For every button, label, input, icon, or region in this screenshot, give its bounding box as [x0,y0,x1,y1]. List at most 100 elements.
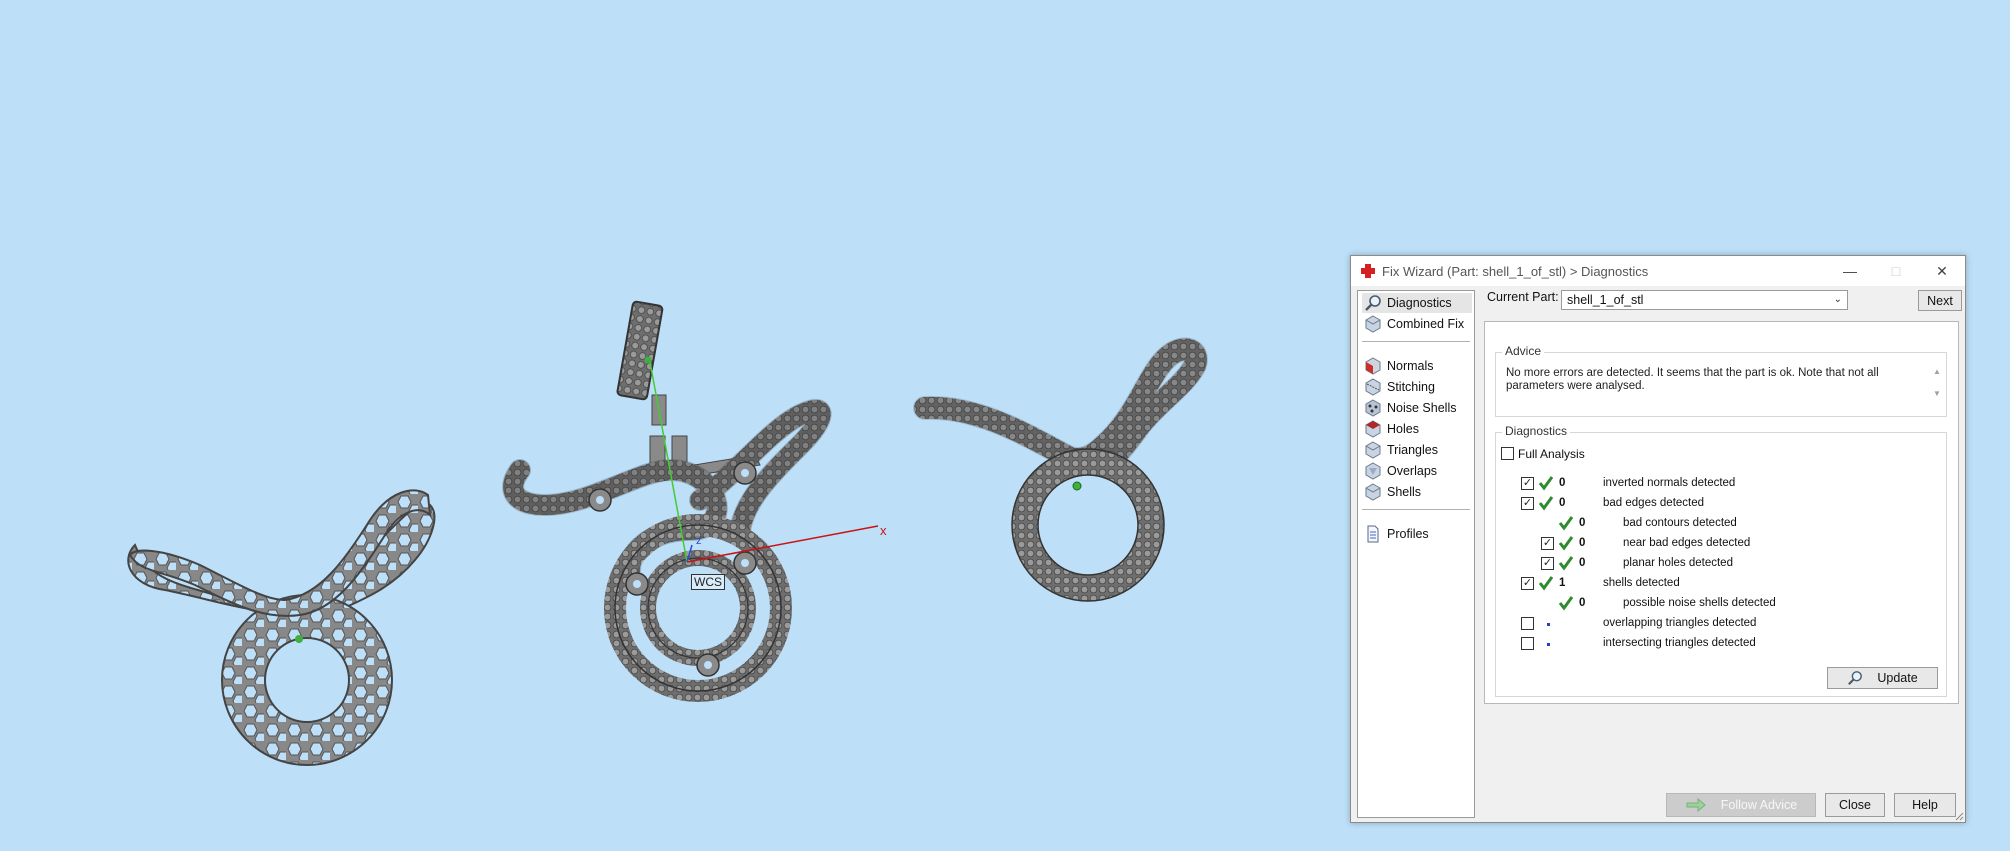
unset-status-dot [1547,643,1550,646]
diagnostics-group: Diagnostics Full Analysis ✓ 0 inverted n… [1495,424,1947,697]
inverted-normals-checkbox[interactable]: ✓ [1521,477,1534,490]
close-button[interactable]: Close [1825,793,1885,817]
close-icon[interactable]: ✕ [1919,256,1965,286]
part-dotted-shell[interactable] [913,337,1208,602]
diagnostic-value: 0 [1579,597,1586,609]
magnifier-icon [1848,671,1863,685]
cube-icon [1365,315,1381,333]
part-honeycomb-shell[interactable] [127,489,436,766]
app-cross-icon [1361,264,1375,278]
nav-item-triangles[interactable]: Triangles [1362,440,1472,460]
diagnostics-panel: Advice No more errors are detected. It s… [1484,321,1959,704]
wcs-label: WCS [691,574,725,590]
document-icon [1367,525,1379,543]
advice-scrollbar[interactable]: ▲ ▼ [1931,361,1943,407]
diagnostic-value: 0 [1559,497,1566,509]
noise-shells-icon [1365,399,1381,417]
unset-status-dot [1547,623,1550,626]
nav-item-label: Holes [1387,422,1419,436]
nav-item-label: Triangles [1387,443,1438,457]
diagnostic-label: shells detected [1603,577,1680,589]
intersecting-triangles-checkbox[interactable] [1521,637,1534,650]
x-axis-label: x [880,523,887,538]
fix-wizard-dialog: Fix Wizard (Part: shell_1_of_stl) > Diag… [1350,255,1966,823]
full-analysis-checkbox[interactable] [1501,447,1514,460]
arrow-right-icon [1686,798,1706,812]
dialog-body: Diagnostics Combined Fix Normals Stitchi… [1351,286,1965,822]
ok-check-icon [1558,536,1574,551]
help-button[interactable]: Help [1894,793,1956,817]
nav-item-label: Normals [1387,359,1434,373]
diagnostic-label: bad edges detected [1603,497,1705,509]
follow-advice-button: Follow Advice [1666,793,1816,817]
resize-grip-icon[interactable] [1954,811,1964,821]
shells-checkbox[interactable]: ✓ [1521,577,1534,590]
shells-cube-icon [1365,483,1381,501]
normals-cube-icon [1365,357,1381,375]
nav-item-stitching[interactable]: Stitching [1362,377,1472,397]
follow-advice-label: Follow Advice [1720,798,1798,812]
diagnostic-value: 0 [1559,477,1566,489]
bad-edges-checkbox[interactable]: ✓ [1521,497,1534,510]
nav-item-label: Stitching [1387,380,1435,394]
diagnostic-label: near bad edges detected [1623,537,1751,549]
wizard-nav: Diagnostics Combined Fix Normals Stitchi… [1357,290,1475,818]
maximize-icon: □ [1891,263,1901,279]
diagnostics-title: Diagnostics [1502,424,1571,438]
nav-separator [1362,341,1470,342]
diagnostic-value: 0 [1579,557,1586,569]
window-title: Fix Wizard (Part: shell_1_of_stl) > Diag… [1382,263,1649,279]
ok-check-icon [1538,496,1554,511]
nav-item-label: Profiles [1387,527,1429,541]
update-button[interactable]: Update [1827,667,1938,689]
ok-check-icon [1558,596,1574,611]
minimize-icon[interactable]: — [1827,256,1873,286]
diagnostic-label: planar holes detected [1623,557,1733,569]
current-part-value: shell_1_of_stl [1567,293,1644,307]
nav-separator [1362,509,1470,510]
part-assembly[interactable] [502,300,832,702]
nav-item-label: Shells [1387,485,1422,499]
triangles-cube-icon [1365,441,1381,459]
nav-item-combined-fix[interactable]: Combined Fix [1362,314,1472,334]
overlapping-triangles-checkbox[interactable] [1521,617,1534,630]
nav-item-shells[interactable]: Shells [1362,482,1472,502]
diagnostic-value: 0 [1579,517,1586,529]
next-button[interactable]: Next [1918,290,1962,311]
planar-holes-checkbox[interactable]: ✓ [1541,557,1554,570]
nav-item-normals[interactable]: Normals [1362,356,1472,376]
update-label: Update [1877,671,1918,685]
nav-item-noise-shells[interactable]: Noise Shells [1362,398,1472,418]
nav-item-overlaps[interactable]: Overlaps [1362,461,1472,481]
diagnostic-label: overlapping triangles detected [1603,617,1757,629]
overlaps-cube-icon [1365,462,1381,480]
ok-check-icon [1538,476,1554,491]
ok-check-icon [1538,576,1554,591]
advice-group: Advice No more errors are detected. It s… [1495,344,1947,417]
advice-title: Advice [1502,344,1545,358]
diagnostic-value: 1 [1559,577,1566,589]
current-part-select[interactable]: shell_1_of_stl ⌄ [1561,290,1848,310]
ok-check-icon [1558,556,1574,571]
diagnostic-label: inverted normals detected [1603,477,1736,489]
near-bad-edges-checkbox[interactable]: ✓ [1541,537,1554,550]
ok-check-icon [1558,516,1574,531]
diagnostic-label: intersecting triangles detected [1603,637,1756,649]
diagnostic-label: bad contours detected [1623,517,1737,529]
title-bar[interactable]: Fix Wizard (Part: shell_1_of_stl) > Diag… [1351,256,1965,286]
nav-item-profiles[interactable]: Profiles [1362,524,1472,544]
advice-text: No more errors are detected. It seems th… [1506,367,1879,392]
diagnostic-label: possible noise shells detected [1623,597,1776,609]
nav-item-label: Noise Shells [1387,401,1457,415]
full-analysis-label: Full Analysis [1518,447,1585,461]
chevron-down-icon: ⌄ [1833,294,1842,305]
nav-item-label: Combined Fix [1387,317,1465,331]
current-part-label: Current Part: [1487,290,1559,304]
nav-item-holes[interactable]: Holes [1362,419,1472,439]
diagnostic-value: 0 [1579,537,1586,549]
nav-item-label: Overlaps [1387,464,1438,478]
nav-item-diagnostics[interactable]: Diagnostics [1362,293,1472,313]
holes-cube-icon [1365,420,1381,438]
z-axis-label: z [696,535,702,547]
nav-item-label: Diagnostics [1387,296,1452,310]
